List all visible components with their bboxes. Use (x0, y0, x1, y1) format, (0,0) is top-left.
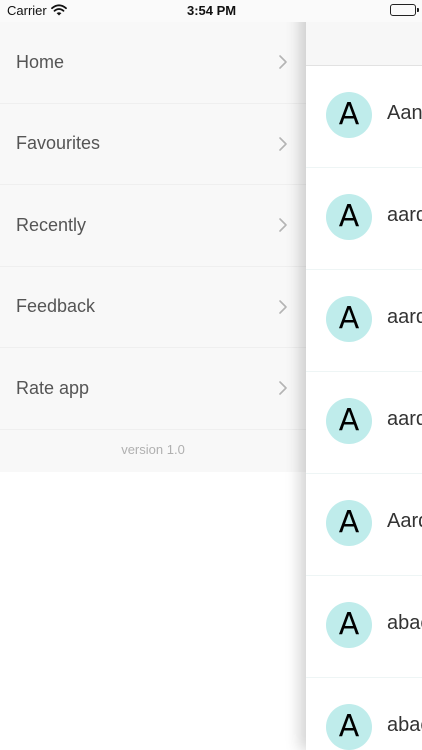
avatar: A (326, 602, 372, 648)
chevron-right-icon (278, 217, 288, 238)
list-item-label: Aan (387, 102, 422, 124)
menu-item-recently[interactable]: Recently (0, 185, 306, 267)
avatar: A (326, 704, 372, 750)
side-menu: Home Favourites Recently Feedback Rate a… (0, 22, 306, 472)
list-item-label: abac (387, 714, 422, 736)
carrier-label: Carrier (7, 3, 47, 18)
list-item[interactable]: A aard (306, 372, 422, 474)
list-item-label: aard (387, 306, 422, 328)
menu-item-label: Home (16, 51, 65, 72)
chevron-right-icon (278, 54, 288, 75)
menu-item-label: Rate app (16, 377, 90, 398)
chevron-right-icon (278, 380, 288, 401)
list-item-label: Aard (387, 510, 422, 532)
avatar: A (326, 398, 372, 444)
list-item-label: aard (387, 408, 422, 430)
menu-item-home[interactable]: Home (0, 22, 306, 104)
menu-item-label: Feedback (16, 296, 96, 317)
menu-item-label: Favourites (16, 133, 101, 154)
content-panel[interactable]: A Aan A aard A aard A aard A Aard A abac… (306, 0, 422, 750)
list-item[interactable]: A abac (306, 576, 422, 678)
avatar: A (326, 500, 372, 546)
avatar: A (326, 194, 372, 240)
chevron-right-icon (278, 299, 288, 320)
wifi-icon (51, 3, 67, 21)
status-time: 3:54 PM (187, 3, 237, 18)
list-item-label: aard (387, 204, 422, 226)
list-item-label: abac (387, 612, 422, 634)
avatar: A (326, 92, 372, 138)
status-bar: Carrier 3:54 PM (0, 0, 422, 22)
avatar: A (326, 296, 372, 342)
list-item[interactable]: A Aan (306, 66, 422, 168)
menu-item-feedback[interactable]: Feedback (0, 267, 306, 348)
list-item[interactable]: A abac (306, 678, 422, 750)
menu-item-rate-app[interactable]: Rate app (0, 348, 306, 430)
menu-item-label: Recently (16, 214, 87, 235)
word-list: A Aan A aard A aard A aard A Aard A abac… (306, 66, 422, 750)
version-label: version 1.0 (121, 442, 185, 457)
list-item[interactable]: A aard (306, 168, 422, 270)
chevron-right-icon (278, 136, 288, 157)
menu-item-favourites[interactable]: Favourites (0, 104, 306, 185)
list-item[interactable]: A Aard (306, 474, 422, 576)
battery-icon (390, 4, 419, 16)
list-item[interactable]: A aard (306, 270, 422, 372)
